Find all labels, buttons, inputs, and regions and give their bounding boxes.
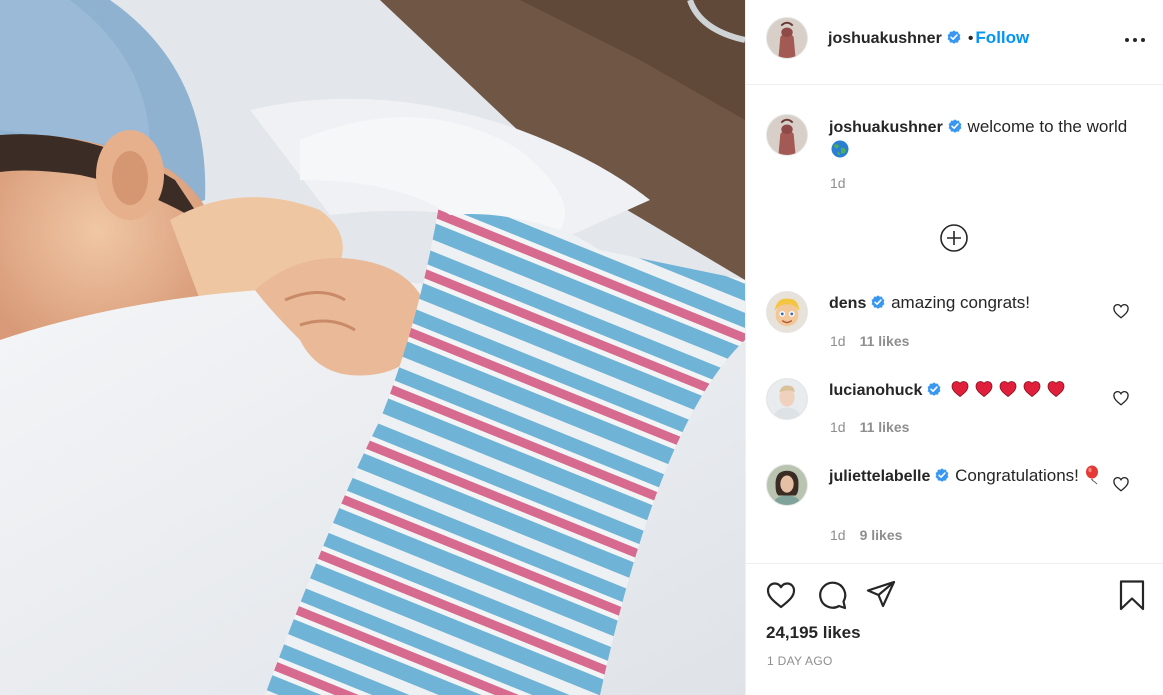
post-actions: 24,195 likes 1 DAY AGO [746, 563, 1163, 695]
post-photo[interactable] [0, 0, 745, 695]
comment-username[interactable]: dens [829, 295, 866, 312]
commenter-avatar[interactable] [766, 378, 808, 420]
comment-time: 1d [830, 333, 846, 349]
comment-body: lucianohuck [829, 379, 1109, 404]
comment-likes-count[interactable]: 11 likes [860, 419, 910, 435]
share-send-icon[interactable] [865, 579, 897, 611]
newborn-photo-image [0, 0, 745, 695]
caption-time: 1d [830, 175, 846, 191]
verified-badge-icon [946, 29, 962, 45]
caption-username[interactable]: joshuakushner [829, 119, 943, 136]
verified-badge-icon [926, 381, 942, 397]
author-avatar-image [767, 18, 807, 58]
verified-badge-icon [870, 294, 886, 310]
comment-bubble-icon[interactable] [816, 579, 848, 611]
commenter-photo-image [767, 379, 807, 419]
caption-avatar-image [767, 115, 807, 155]
like-comment-heart-icon[interactable] [1112, 389, 1130, 407]
like-comment-heart-icon[interactable] [1112, 302, 1130, 320]
like-heart-icon[interactable] [765, 579, 797, 611]
post-age: 1 DAY AGO [767, 654, 833, 668]
comment-text: amazing congrats! [891, 293, 1030, 312]
comment-likes-count[interactable]: 11 likes [860, 333, 910, 349]
load-more-comments-icon[interactable] [939, 223, 969, 253]
comment-meta: 1d 11 likes [830, 333, 909, 349]
comment-meta: 1d 9 likes [830, 527, 902, 543]
commenter-avatar[interactable] [766, 291, 808, 333]
more-options-icon[interactable] [1124, 32, 1146, 46]
red-heart-emoji-row [951, 380, 1071, 404]
comment-body: dens amazing congrats! [829, 292, 1109, 315]
like-comment-heart-icon[interactable] [1112, 475, 1130, 493]
globe-icon [831, 140, 849, 158]
commenter-photo-image [767, 465, 807, 505]
comment-time: 1d [830, 527, 846, 543]
header-username-row: joshuakushner • Follow [828, 28, 1029, 48]
caption-avatar[interactable] [766, 114, 808, 156]
commenter-avatar[interactable] [766, 464, 808, 506]
post-details-panel: joshuakushner • Follow joshuakushner welco… [745, 0, 1163, 695]
author-username[interactable]: joshuakushner [828, 30, 942, 47]
caption-text: welcome to the world [967, 117, 1128, 136]
comment-text: Congratulations! [955, 466, 1079, 485]
comment-meta: 1d 11 likes [830, 419, 909, 435]
post-header: joshuakushner • Follow [746, 0, 1163, 85]
comment-username[interactable]: lucianohuck [829, 382, 922, 399]
comment-likes-count[interactable]: 9 likes [860, 527, 903, 543]
separator-dot: • [967, 30, 974, 47]
verified-badge-icon [934, 467, 950, 483]
caption-text-block: joshuakushner welcome to the world [829, 116, 1129, 161]
memoji-avatar-image [767, 292, 807, 332]
comment-username[interactable]: juliettelabelle [829, 468, 930, 485]
balloon-icon [1084, 465, 1102, 485]
save-bookmark-icon[interactable] [1116, 579, 1148, 611]
author-avatar[interactable] [766, 17, 808, 59]
verified-badge-icon [947, 118, 963, 134]
follow-button[interactable]: Follow [975, 28, 1029, 47]
post-likes-count[interactable]: 24,195 likes [766, 623, 861, 643]
comment-body: juliettelabelle Congratulations! [829, 465, 1109, 488]
comment-time: 1d [830, 419, 846, 435]
red-heart-icon [951, 381, 1065, 398]
